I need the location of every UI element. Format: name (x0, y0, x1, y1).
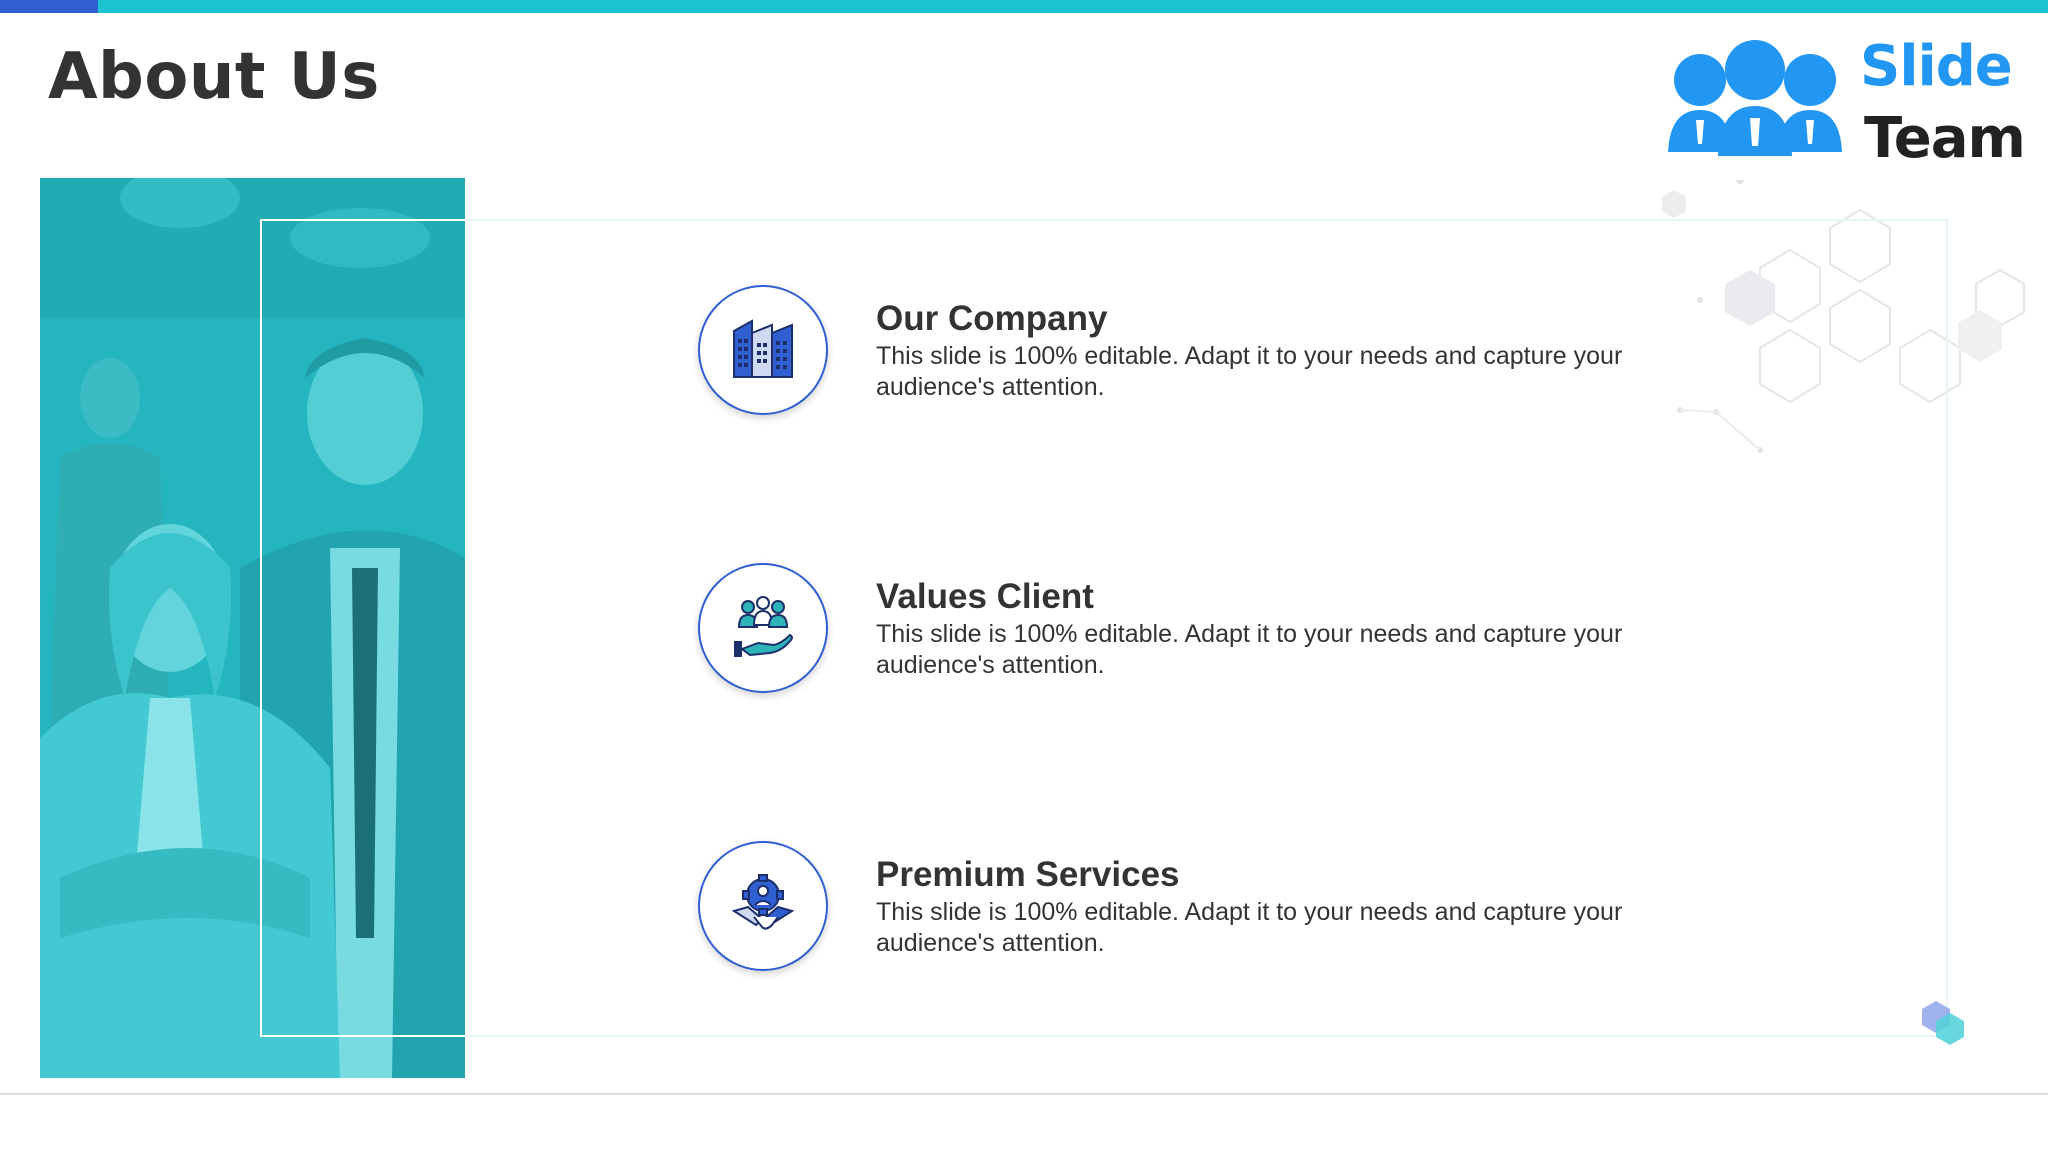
icon-circle (698, 563, 828, 693)
list-item-values-client: Values Client This slide is 100% editabl… (698, 563, 1698, 693)
icon-circle (698, 285, 828, 415)
slide-title: About Us (48, 40, 380, 114)
list-item-our-company: Our Company This slide is 100% editable.… (698, 285, 1698, 415)
footer-divider (0, 1093, 2048, 1095)
top-accent-bar (0, 0, 2048, 13)
icon-circle (698, 841, 828, 971)
gear-handshake-icon (731, 874, 795, 930)
item-description: This slide is 100% editable. Adapt it to… (876, 898, 1623, 957)
slideteam-logo: Slide Team (1660, 26, 2026, 176)
logo-text-slide: Slide (1860, 34, 2013, 99)
item-description: This slide is 100% editable. Adapt it to… (876, 620, 1623, 679)
top-accent-bar-blue (0, 0, 98, 13)
logo-text-team: Team (1864, 106, 2026, 171)
item-description: This slide is 100% editable. Adapt it to… (876, 342, 1623, 401)
buildings-icon (733, 319, 793, 378)
item-title: Values Client (876, 577, 1094, 616)
list-item-premium-services: Premium Services This slide is 100% edit… (698, 841, 1698, 971)
corner-hexagon-decoration (1922, 1001, 1964, 1045)
people-logo-icon (1668, 40, 1842, 156)
item-title: Premium Services (876, 855, 1180, 894)
hand-people-icon (734, 596, 793, 657)
item-title: Our Company (876, 299, 1108, 338)
photo-frame-overlay (260, 219, 466, 1037)
